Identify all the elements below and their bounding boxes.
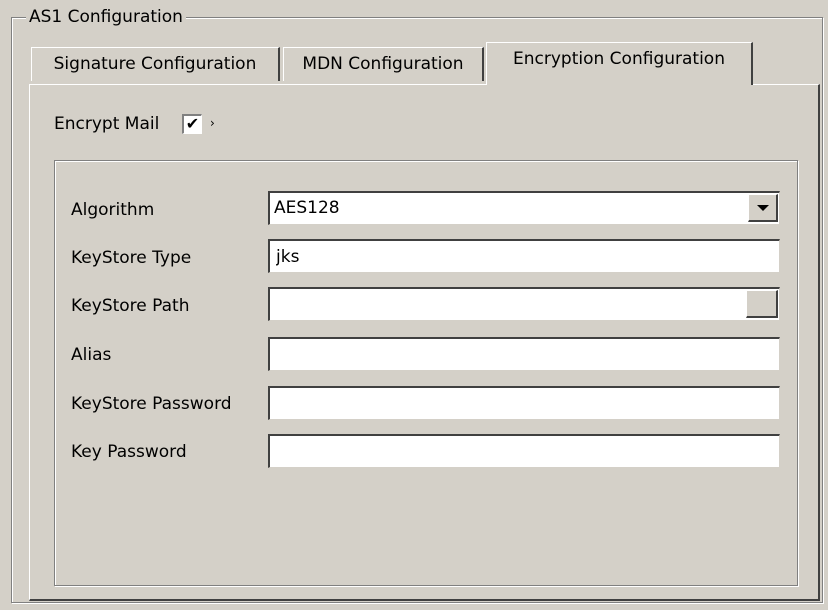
encrypt-mail-checkbox[interactable]: ✔ <box>182 114 202 134</box>
group-title: AS1 Configuration <box>26 6 186 28</box>
keystore-password-input[interactable] <box>268 386 780 420</box>
alias-label: Alias <box>71 345 112 365</box>
key-password-input[interactable] <box>268 434 780 468</box>
checkmark-icon: ✔ <box>185 114 200 133</box>
algorithm-selected-value: AES128 <box>274 198 340 218</box>
chevron-right-icon: › <box>210 116 215 130</box>
keystore-path-label: KeyStore Path <box>71 296 190 316</box>
algorithm-dropdown[interactable]: AES128 <box>268 191 780 225</box>
chevron-down-icon <box>757 205 769 211</box>
keystore-path-field[interactable] <box>268 287 780 321</box>
algorithm-label: Algorithm <box>71 200 155 220</box>
tab-mdn-configuration[interactable]: MDN Configuration <box>283 47 484 81</box>
keystore-password-label: KeyStore Password <box>71 394 232 414</box>
key-password-label: Key Password <box>71 442 187 462</box>
keystore-type-input[interactable] <box>268 239 780 273</box>
keystore-type-label: KeyStore Type <box>71 248 192 268</box>
tab-encryption-configuration[interactable]: Encryption Configuration <box>486 42 753 85</box>
encrypt-mail-label: Encrypt Mail <box>54 114 160 134</box>
alias-input[interactable] <box>268 337 780 371</box>
algorithm-dropdown-button[interactable] <box>748 194 778 222</box>
tab-signature-configuration[interactable]: Signature Configuration <box>31 47 280 81</box>
browse-button[interactable] <box>746 290 778 318</box>
